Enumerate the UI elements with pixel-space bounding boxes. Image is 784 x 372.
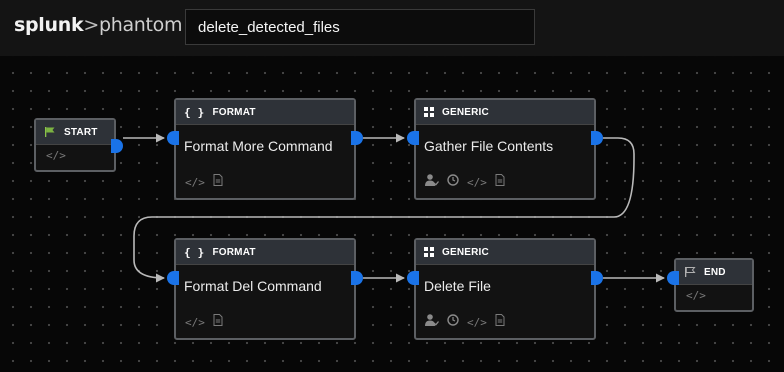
start-node-header: START [36, 120, 114, 145]
gather-node-footer: </> [425, 173, 505, 191]
logo-product: phantom [98, 14, 183, 36]
delete-node-type: GENERIC [442, 246, 489, 258]
format-del-command-node[interactable]: { } FORMAT Format Del Command </> [167, 238, 363, 340]
connection-links [123, 133, 665, 283]
code-icon: </> [46, 149, 66, 162]
logo-brand: splunk [14, 14, 84, 36]
delete-input-port[interactable] [407, 271, 419, 285]
start-code-icon[interactable]: </> [46, 146, 66, 164]
gather-node-header: GENERIC [416, 100, 594, 125]
logo-separator: > [83, 14, 99, 36]
document-icon[interactable] [213, 313, 223, 331]
app-header: splunk>phantom [0, 0, 784, 56]
playbook-canvas[interactable]: START </> { } FORMAT Format More Command… [0, 56, 784, 372]
curly-braces-icon: { } [184, 245, 205, 259]
document-icon[interactable] [213, 173, 223, 191]
end-node[interactable]: END </> [667, 258, 754, 312]
end-node-header: END [676, 260, 752, 285]
code-icon[interactable]: </> [185, 176, 205, 189]
end-input-port[interactable] [667, 271, 679, 285]
code-icon: </> [686, 289, 706, 302]
curly-braces-icon: { } [184, 105, 205, 119]
gather-node-title: Gather File Contents [424, 138, 554, 154]
delete-node-header: GENERIC [416, 240, 594, 265]
format-del-node-type: FORMAT [212, 246, 256, 258]
start-node[interactable]: START </> [34, 118, 123, 172]
format-more-command-node[interactable]: { } FORMAT Format More Command </> [167, 98, 363, 200]
format-more-node-type: FORMAT [212, 106, 256, 118]
delete-node-title: Delete File [424, 278, 491, 294]
format-more-node-footer: </> [185, 173, 223, 191]
code-icon[interactable]: </> [467, 316, 487, 329]
code-icon[interactable]: </> [185, 316, 205, 329]
gather-file-contents-node[interactable]: GENERIC Gather File Contents </> [407, 98, 603, 200]
format-del-node-header: { } FORMAT [176, 240, 354, 265]
end-node-label: END [704, 266, 726, 278]
end-code-icon[interactable]: </> [686, 286, 706, 304]
grid-icon [424, 247, 434, 257]
clock-icon[interactable] [447, 173, 459, 191]
format-del-node-footer: </> [185, 313, 223, 331]
user-check-icon[interactable] [425, 313, 440, 331]
gather-node-type: GENERIC [442, 106, 489, 118]
format-del-node-title: Format Del Command [184, 278, 322, 294]
grid-icon [424, 107, 434, 117]
delete-file-node[interactable]: GENERIC Delete File </> [407, 238, 603, 340]
playbook-name-input[interactable] [185, 9, 535, 45]
user-check-icon[interactable] [425, 173, 440, 191]
flag-icon [684, 266, 696, 278]
format-more-node-header: { } FORMAT [176, 100, 354, 125]
gather-input-port[interactable] [407, 131, 419, 145]
document-icon[interactable] [495, 173, 505, 191]
flag-icon [44, 126, 56, 138]
start-node-label: START [64, 126, 98, 138]
format-more-input-port[interactable] [167, 131, 179, 145]
document-icon[interactable] [495, 313, 505, 331]
clock-icon[interactable] [447, 313, 459, 331]
splunk-phantom-logo: splunk>phantom [14, 14, 183, 36]
delete-node-footer: </> [425, 313, 505, 331]
format-del-input-port[interactable] [167, 271, 179, 285]
code-icon[interactable]: </> [467, 176, 487, 189]
format-more-node-title: Format More Command [184, 138, 333, 154]
